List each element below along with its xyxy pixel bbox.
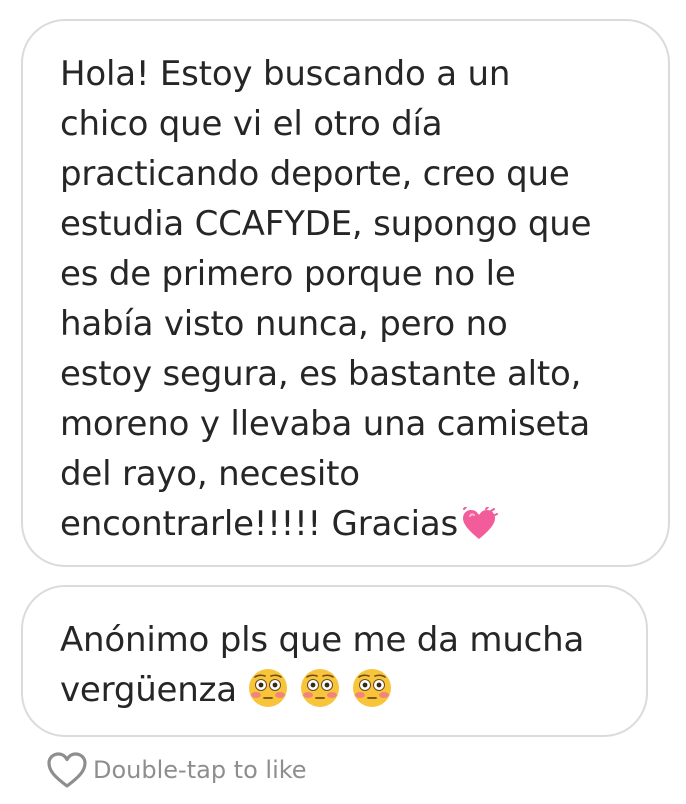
- like-action[interactable]: Double-tap to like: [45, 752, 307, 788]
- flushed-face-icon: [247, 667, 289, 709]
- growing-heart-icon: [460, 506, 499, 543]
- flushed-face-icon: [351, 667, 393, 709]
- message-text: Hola! Estoy buscando a un chico que vi e…: [60, 54, 592, 544]
- message-text: Anónimo pls que me da mucha vergüenza: [60, 620, 585, 710]
- flushed-face-icon: [299, 667, 341, 709]
- like-hint-label: Double-tap to like: [93, 756, 307, 784]
- message-bubble[interactable]: Anónimo pls que me da mucha vergüenza: [21, 585, 648, 737]
- heart-outline-icon[interactable]: [45, 750, 89, 790]
- message-bubble[interactable]: Hola! Estoy buscando a un chico que vi e…: [21, 19, 670, 567]
